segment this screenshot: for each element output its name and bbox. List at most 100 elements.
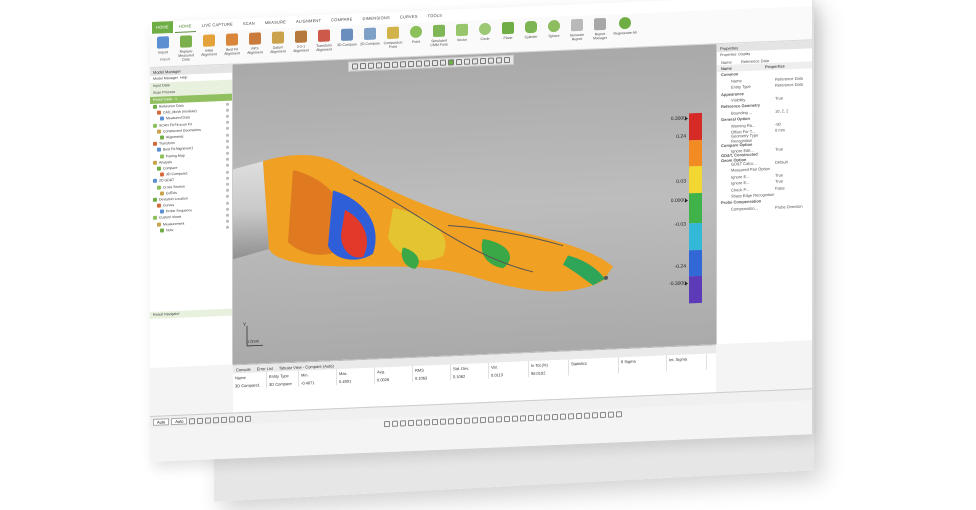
three-two-one-alignment-button[interactable]: 3-2-1 Alignment [290,27,312,58]
generate-report-button[interactable]: Generate Report [566,16,588,47]
point-button[interactable]: Point [405,22,427,53]
poly-select-icon[interactable] [245,415,252,422]
visibility-icon[interactable] [226,139,229,143]
tool-19-icon[interactable] [528,414,534,422]
tab-tools[interactable]: TOOLS [424,10,447,23]
regenerate-all-button[interactable]: Regenerate All [612,14,638,45]
tab-error-list[interactable]: Error List [257,366,273,372]
tool-17-icon[interactable] [512,415,518,422]
property-value[interactable] [775,193,812,195]
visibility-icon[interactable] [226,102,229,106]
visibility-icon[interactable] [226,207,229,211]
circle-button[interactable]: Circle [474,19,496,50]
initial-alignment-button[interactable]: Initial Alignment [198,31,220,62]
visibility-icon[interactable] [226,182,229,186]
tool-29-icon[interactable] [608,411,614,418]
visibility-icon[interactable] [226,120,229,124]
tool-30-icon[interactable] [616,411,622,418]
tool-8-icon[interactable] [440,418,446,425]
datum-alignment-button[interactable]: Datum Alignment [267,28,289,59]
tool-13-icon[interactable] [480,416,486,424]
visibility-icon[interactable] [226,145,229,149]
tab-home[interactable]: HOME [174,20,196,33]
tab-curves[interactable]: CURVES [396,11,422,24]
tool-12-icon[interactable] [472,417,478,424]
tool-6-icon[interactable] [424,419,430,426]
tool-28-icon[interactable] [600,411,606,419]
filter-icon[interactable] [197,417,204,424]
plane-button[interactable]: Plane [497,19,519,50]
visibility-icon[interactable] [226,226,229,230]
tool-24-icon[interactable] [568,413,574,420]
tool-27-icon[interactable] [592,412,598,419]
tool-15-icon[interactable] [496,416,502,423]
rect-select-icon[interactable] [237,415,244,422]
comparison-point-button[interactable]: Comparison Point [382,23,404,54]
transform-alignment-button[interactable]: Transform Alignment [313,26,335,57]
visibility-icon[interactable] [226,170,229,174]
replace-measured-data-button[interactable]: Replace Measured Data [175,32,197,63]
tool-22-icon[interactable] [552,413,558,421]
tab-console[interactable]: Console [236,367,251,373]
simulated-cmm-point-button[interactable]: Simulated CMM Point [428,21,450,52]
tool-11-icon[interactable] [464,417,470,424]
tool-1-icon[interactable] [384,420,390,428]
tool-9-icon[interactable] [448,418,454,425]
best-fit-alignment-button[interactable]: Best Fit Alignment [221,30,243,61]
deviation-color-bar[interactable] [689,112,702,304]
brush-icon[interactable] [229,415,236,423]
visibility-icon[interactable] [226,213,229,217]
tab-scan[interactable]: SCAN [239,17,259,30]
select-all-icon[interactable] [205,416,212,424]
snap-icon[interactable] [189,417,196,424]
vector-button[interactable]: Vector [451,20,473,51]
tool-7-icon[interactable] [432,418,438,426]
visibility-icon[interactable] [226,108,229,112]
visibility-icon[interactable] [226,201,229,205]
tool-21-icon[interactable] [544,414,550,421]
tab-display[interactable]: Display [738,52,750,56]
visibility-icon[interactable] [226,188,229,193]
visibility-icon[interactable] [226,157,229,162]
invert-icon[interactable] [213,416,220,423]
tool-25-icon[interactable] [576,412,582,420]
tool-23-icon[interactable] [560,413,566,420]
property-value[interactable] [775,167,812,169]
visibility-icon[interactable] [226,176,229,180]
tool-18-icon[interactable] [520,415,526,422]
tool-5-icon[interactable] [416,419,422,426]
result-navigator[interactable]: Result Navigator [150,308,232,319]
3d-viewport[interactable]: Y 0.3000 0.24 0.03 0.0000 -0.03 -0.24 -0… [233,44,716,365]
tab-properties[interactable]: Properties [720,52,736,57]
tool-16-icon[interactable] [504,415,510,423]
tool-3-icon[interactable] [400,420,406,427]
visibility-icon[interactable] [226,151,229,155]
property-value[interactable]: Probe Direction [775,203,812,209]
3d-compare-button[interactable]: 3D Compare [336,25,358,56]
rps-alignment-button[interactable]: RPS Alignment [244,29,266,60]
lasso-icon[interactable] [221,416,228,423]
report-manager-button[interactable]: Report Manager [589,15,611,46]
property-value[interactable] [775,135,812,137]
visibility-icon[interactable] [226,164,229,168]
sphere-button[interactable]: Sphere [543,17,565,48]
tool-14-icon[interactable] [488,416,494,423]
tool-26-icon[interactable] [584,412,590,419]
visibility-icon[interactable] [226,219,229,223]
visibility-icon[interactable] [226,127,229,131]
selection-mode-select[interactable]: Auto [153,418,170,426]
tool-20-icon[interactable] [536,414,542,421]
visibility-icon[interactable] [226,133,229,137]
tab-home-app[interactable]: HOME [152,21,173,34]
tool-10-icon[interactable] [456,417,462,425]
drill-model[interactable]: Y [233,44,716,364]
visibility-icon[interactable] [226,114,229,118]
tool-2-icon[interactable] [392,420,398,427]
tool-4-icon[interactable] [408,419,414,427]
2d-compare-button[interactable]: 2D Compare [359,24,381,55]
cylinder-button[interactable]: Cylinder [520,18,542,49]
visibility-icon[interactable] [226,195,229,199]
help-tab[interactable]: Help [180,75,187,79]
filter-mode-select[interactable]: Auto [171,417,188,426]
model-manager-tab[interactable]: Model Manager [153,76,178,81]
